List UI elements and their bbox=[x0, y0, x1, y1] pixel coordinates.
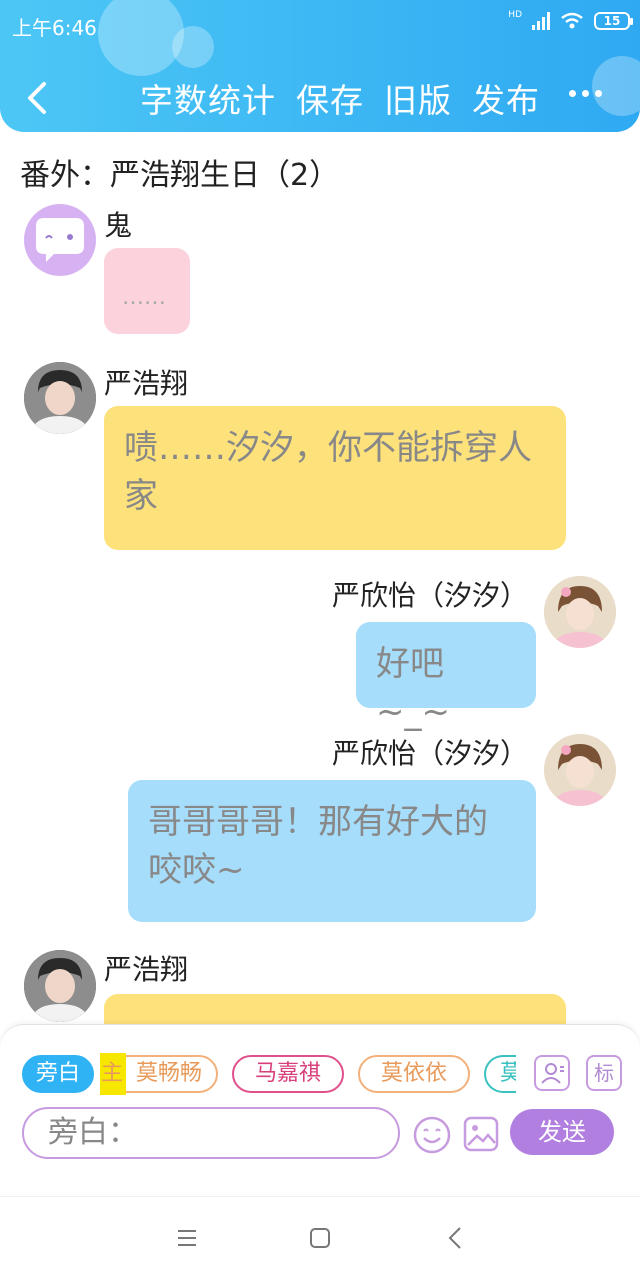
role-chip-label: 莫畅畅 bbox=[135, 1061, 202, 1086]
signal-icon bbox=[532, 12, 550, 30]
person-photo-icon bbox=[24, 362, 96, 434]
send-button[interactable]: 发送 bbox=[510, 1109, 614, 1155]
save-button[interactable]: 保存 bbox=[296, 74, 364, 122]
message-bubble[interactable]: 好吧~_~ bbox=[356, 622, 536, 732]
toolbar-actions: 字数统计 保存 旧版 发布 bbox=[140, 74, 540, 122]
wifi-icon bbox=[561, 12, 583, 29]
sender-name: 鬼 bbox=[104, 209, 133, 242]
sender-name: 严浩翔 bbox=[104, 367, 189, 400]
person-photo-icon bbox=[544, 576, 616, 648]
sender-name: 严浩翔 bbox=[104, 953, 189, 986]
composer-panel: 旁白 主 莫畅畅 马嘉祺 莫依依 莫 标 旁白： 发送 bbox=[0, 1024, 640, 1194]
boy-photo-avatar[interactable] bbox=[24, 362, 96, 434]
word-count-button[interactable]: 字数统计 bbox=[140, 74, 276, 122]
role-chip-mo-yiyi[interactable]: 莫依依 bbox=[358, 1055, 470, 1093]
publish-button[interactable]: 发布 bbox=[472, 74, 540, 122]
message-bubble[interactable]: 哥哥哥哥！那有好大的咬咬~ bbox=[128, 780, 536, 922]
person-photo-icon bbox=[24, 950, 96, 1022]
role-chip-mo-changchang[interactable]: 主 莫畅畅 bbox=[100, 1053, 218, 1095]
system-nav-bar bbox=[0, 1196, 640, 1280]
role-chip-ma-jiaqi[interactable]: 马嘉祺 bbox=[232, 1055, 344, 1093]
sender-name: 严欣怡（汐汐） bbox=[331, 579, 528, 612]
girl-photo-avatar[interactable] bbox=[544, 734, 616, 806]
message-input[interactable]: 旁白： bbox=[22, 1107, 400, 1159]
back-triangle-icon[interactable] bbox=[444, 1225, 466, 1251]
chat-bubble-icon bbox=[36, 218, 84, 262]
battery-level: 15 bbox=[603, 14, 621, 28]
hd-label: HD bbox=[508, 10, 522, 20]
app-header: 上午6:46 HD 15 字数统计 保存 旧版 发布 bbox=[0, 0, 640, 132]
message-bubble[interactable]: …… bbox=[104, 248, 190, 334]
home-square-icon[interactable] bbox=[308, 1226, 332, 1250]
tag-button[interactable]: 标 bbox=[586, 1055, 622, 1091]
sender-name: 严欣怡（汐汐） bbox=[331, 737, 528, 770]
status-icons: HD 15 bbox=[508, 10, 633, 30]
smiley-icon[interactable] bbox=[412, 1115, 452, 1155]
role-chip-partial[interactable]: 莫 bbox=[484, 1055, 516, 1093]
role-chip-narration[interactable]: 旁白 bbox=[22, 1055, 94, 1093]
girl-photo-avatar[interactable] bbox=[544, 576, 616, 648]
story-title: 番外：严浩翔生日（2） bbox=[20, 158, 340, 193]
nav-row: 字数统计 保存 旧版 发布 bbox=[0, 70, 640, 128]
menu-icon[interactable] bbox=[176, 1227, 198, 1249]
chevron-left-icon[interactable] bbox=[18, 76, 58, 120]
main-role-marker: 主 bbox=[100, 1053, 126, 1095]
battery-icon: 15 bbox=[594, 12, 633, 30]
person-card-icon[interactable] bbox=[534, 1055, 570, 1091]
old-version-button[interactable]: 旧版 bbox=[384, 74, 452, 122]
message-bubble[interactable]: 啧……汐汐，你不能拆穿人家 bbox=[104, 406, 566, 550]
boy-photo-avatar[interactable] bbox=[24, 950, 96, 1022]
ghost-chat-avatar[interactable] bbox=[24, 204, 96, 276]
person-photo-icon bbox=[544, 734, 616, 806]
more-dots-icon[interactable] bbox=[569, 90, 602, 97]
status-bar: 上午6:46 HD 15 bbox=[0, 0, 640, 48]
image-icon[interactable] bbox=[462, 1115, 500, 1153]
status-time: 上午6:46 bbox=[12, 16, 97, 40]
